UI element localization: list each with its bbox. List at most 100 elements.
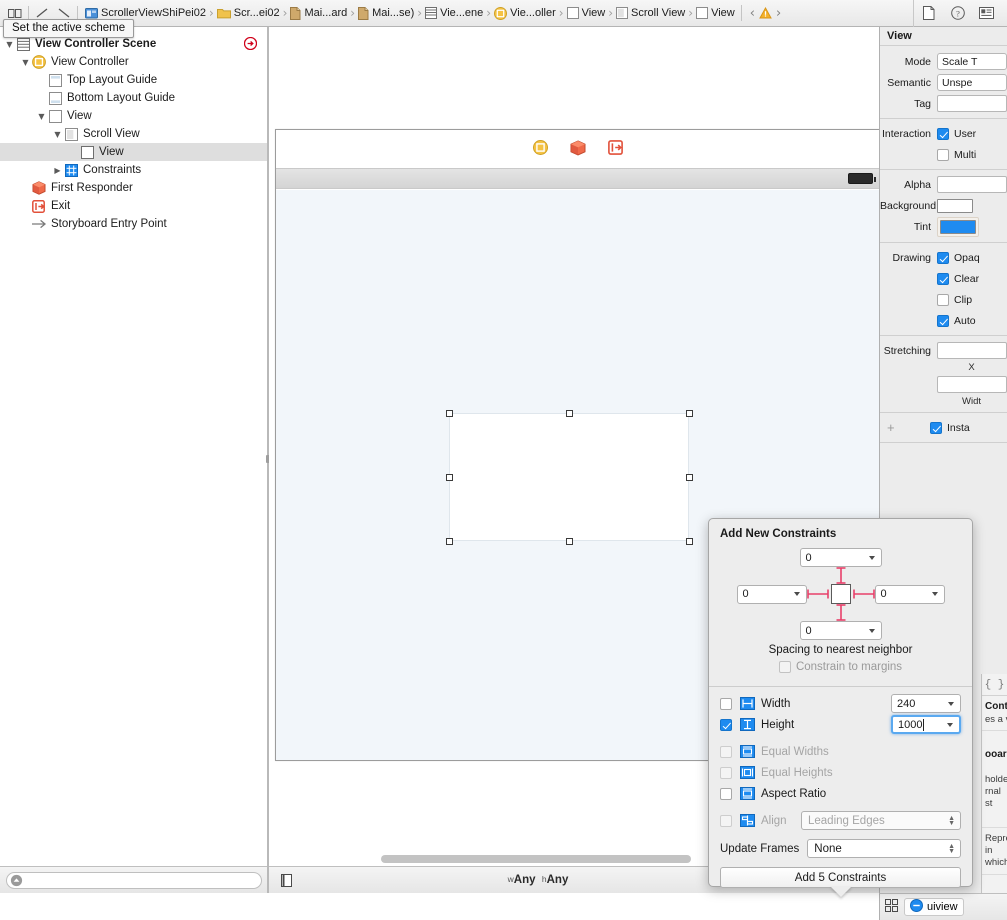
opaque-checkbox[interactable]: [937, 251, 949, 264]
tag-field[interactable]: [937, 95, 1007, 112]
filter-input[interactable]: [6, 871, 262, 889]
breadcrumb-item-7[interactable]: Scroll View: [614, 3, 687, 24]
breadcrumb-item-6[interactable]: View: [565, 3, 608, 24]
resize-handle-bottom-right[interactable]: [685, 537, 693, 545]
breadcrumb-item-5[interactable]: Vie...oller: [492, 3, 558, 24]
breadcrumb-label: Vie...oller: [510, 7, 556, 19]
utility-buttons: ?: [913, 0, 1007, 27]
clears-graphics-row: Clear: [880, 269, 1007, 288]
grid-icon[interactable]: [885, 899, 898, 915]
tint-color-well[interactable]: [940, 220, 976, 234]
resize-handle-mid-left[interactable]: [445, 473, 453, 481]
width-value-combo[interactable]: 240: [891, 694, 961, 713]
align-checkbox: [720, 814, 732, 827]
resize-handle-bottom-center[interactable]: [565, 537, 573, 545]
width-constraint-row[interactable]: Width 240: [709, 693, 972, 714]
library-item[interactable]: Repre in which: [982, 828, 1007, 875]
view-controller-dock-icon[interactable]: [532, 140, 548, 158]
issue-next-button[interactable]: ›: [772, 6, 785, 21]
aspect-ratio-checkbox[interactable]: [720, 787, 732, 800]
add-new-constraints-popover[interactable]: Add New Constraints 0 0 0 0 Spacing to n…: [708, 518, 973, 897]
chevron-down-icon[interactable]: [868, 628, 875, 633]
selected-subview[interactable]: [449, 413, 689, 541]
alpha-field[interactable]: [937, 176, 1007, 193]
battery-icon: [848, 173, 876, 184]
size-class-indicator[interactable]: wAny hAny: [303, 874, 773, 886]
installed-checkbox[interactable]: [930, 421, 942, 434]
resize-handle-top-right[interactable]: [685, 409, 693, 417]
scrollbar-thumb[interactable]: [381, 855, 691, 863]
width-checkbox[interactable]: [720, 697, 732, 710]
left-spacing-combo[interactable]: 0: [736, 584, 807, 604]
outline-row-storyboard-entry-point[interactable]: Storyboard Entry Point: [0, 215, 267, 233]
multiple-touch-checkbox[interactable]: [937, 148, 949, 161]
size-class-width-value: Any: [513, 874, 536, 886]
outline-row-view-selected[interactable]: View: [0, 143, 267, 161]
issue-prev-button[interactable]: ‹: [746, 6, 759, 21]
outline-row-view[interactable]: ▼ View: [0, 107, 267, 125]
breadcrumb-item-4[interactable]: Vie...ene: [423, 3, 485, 24]
library-item[interactable]: ooard holder rnal st: [982, 731, 1007, 828]
disclosure-triangle[interactable]: ▼: [4, 40, 15, 49]
chevron-down-icon[interactable]: [931, 592, 938, 596]
chevron-down-icon[interactable]: [948, 701, 954, 706]
clip-to-bounds-checkbox[interactable]: [937, 293, 949, 306]
warning-icon[interactable]: [759, 7, 772, 19]
stretching-x-field[interactable]: [937, 342, 1007, 359]
library-object-label: uiview: [927, 901, 958, 913]
breadcrumb-item-1[interactable]: Scr...ei02: [215, 3, 282, 24]
resize-handle-top-left[interactable]: [445, 409, 453, 417]
right-spacing-combo[interactable]: 0: [874, 584, 945, 604]
outline-row-bottom-layout-guide[interactable]: Bottom Layout Guide: [0, 89, 267, 107]
constrain-to-margins-checkbox[interactable]: [778, 661, 791, 673]
top-spacing-combo[interactable]: 0: [799, 548, 882, 567]
semantic-combo[interactable]: Unspe: [937, 74, 1007, 91]
clears-graphics-context-checkbox[interactable]: [937, 272, 949, 285]
outline-row-constraints[interactable]: ▶ Constraints: [0, 161, 267, 179]
error-badge[interactable]: [243, 36, 258, 51]
outline-row-view-controller[interactable]: ▼ View Controller: [0, 53, 267, 71]
height-constraint-row[interactable]: Height 1000: [709, 714, 972, 735]
filter-icon: [10, 874, 23, 886]
height-value-combo[interactable]: 1000: [891, 715, 961, 734]
autoresize-subviews-checkbox[interactable]: [937, 314, 949, 327]
background-row: Background: [880, 196, 1007, 215]
add-variation-button[interactable]: +: [880, 420, 900, 435]
outline-row-first-responder[interactable]: First Responder: [0, 179, 267, 197]
disclosure-triangle[interactable]: ▼: [36, 112, 47, 121]
identity-inspector-icon[interactable]: [972, 3, 1001, 23]
breadcrumb-item-3[interactable]: Mai...se): [356, 3, 416, 24]
exit-icon: [31, 199, 47, 213]
chevron-down-icon[interactable]: [868, 555, 875, 560]
file-inspector-icon[interactable]: [914, 3, 943, 23]
disclosure-triangle[interactable]: ▶: [52, 166, 63, 175]
aspect-ratio-row[interactable]: Aspect Ratio: [709, 783, 972, 804]
height-checkbox[interactable]: [720, 718, 732, 731]
breadcrumb-item-2[interactable]: Mai...ard: [288, 3, 349, 24]
document-outline-icon[interactable]: [269, 870, 303, 890]
background-color-well[interactable]: [937, 198, 973, 213]
first-responder-dock-icon[interactable]: [570, 139, 586, 159]
outline-row-scroll-view[interactable]: ▼ Scroll View: [0, 125, 267, 143]
update-frames-select[interactable]: None ▲ ▼: [807, 839, 961, 858]
exit-dock-icon[interactable]: [607, 140, 623, 158]
resize-handle-bottom-left[interactable]: [445, 537, 453, 545]
resize-handle-mid-right[interactable]: [685, 473, 693, 481]
chevron-down-icon[interactable]: [947, 722, 953, 727]
stretching-width-field[interactable]: [937, 376, 1007, 393]
bottom-spacing-combo[interactable]: 0: [799, 621, 882, 640]
user-interaction-enabled-checkbox[interactable]: [937, 127, 949, 140]
outline-row-top-layout-guide[interactable]: Top Layout Guide: [0, 71, 267, 89]
outline-row-exit[interactable]: Exit: [0, 197, 267, 215]
library-item[interactable]: Contro es a vie: [982, 696, 1007, 732]
quick-help-icon[interactable]: ?: [943, 3, 972, 23]
mode-combo[interactable]: Scale T: [937, 53, 1007, 70]
resize-handle-top-center[interactable]: [565, 409, 573, 417]
breadcrumb-item-8[interactable]: View: [694, 3, 737, 24]
library-search-field[interactable]: { }: [982, 674, 1007, 696]
disclosure-triangle[interactable]: ▼: [20, 58, 31, 67]
disclosure-triangle[interactable]: ▼: [52, 130, 63, 139]
chevron-down-icon[interactable]: [793, 592, 800, 596]
library-object-pill[interactable]: uiview: [904, 898, 964, 916]
add-constraints-button[interactable]: Add 5 Constraints: [720, 867, 961, 888]
